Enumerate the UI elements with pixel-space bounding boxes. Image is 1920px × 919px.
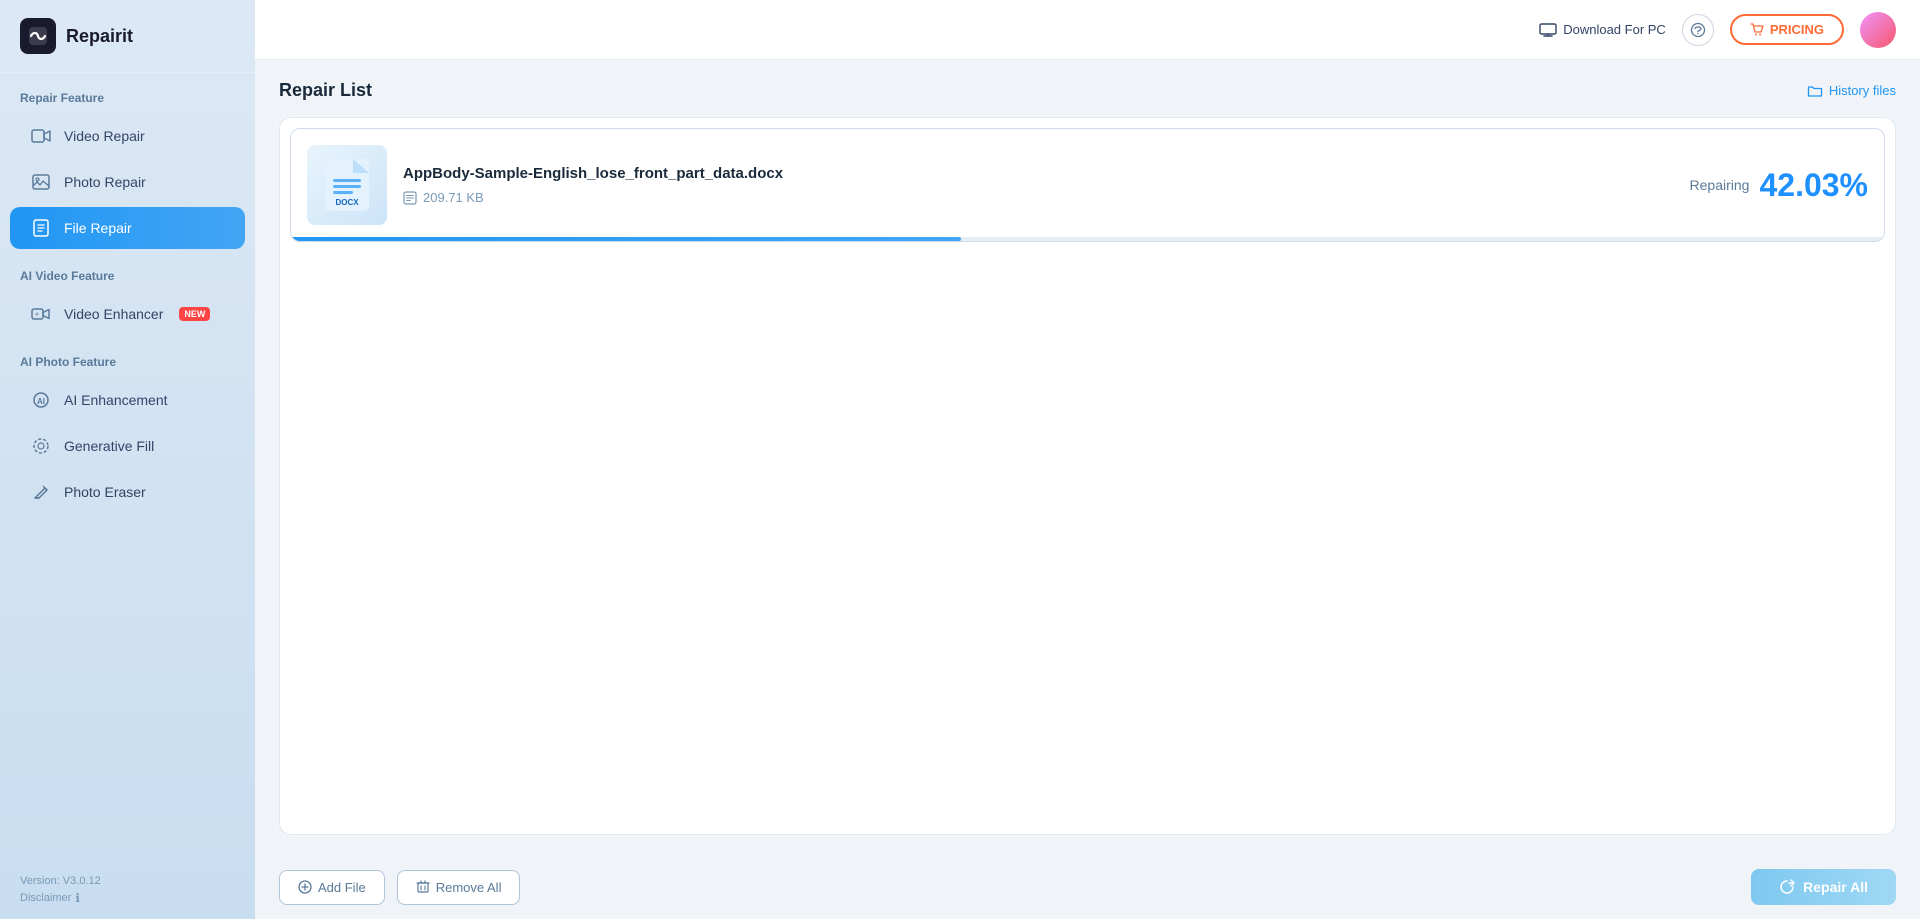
generative-fill-icon: [30, 435, 52, 457]
sidebar-item-video-enhancer[interactable]: Video Enhancer NEW: [10, 293, 245, 335]
add-icon: [298, 880, 312, 894]
content-header: Repair List History files: [279, 80, 1896, 101]
main-panel: Download For PC PRICING Repair List: [255, 0, 1920, 919]
section-ai-photo-label: AI Photo Feature: [0, 337, 255, 377]
user-avatar[interactable]: [1860, 12, 1896, 48]
video-enhancer-label: Video Enhancer: [64, 306, 163, 322]
cart-icon: [1750, 23, 1764, 37]
repairing-percent: 42.03%: [1759, 167, 1868, 204]
photo-repair-label: Photo Repair: [64, 174, 146, 190]
ai-enhancement-icon: AI: [30, 389, 52, 411]
video-repair-icon: [30, 125, 52, 147]
file-list-area: DOCX AppBody-Sample-English_lose_front_p…: [279, 117, 1896, 835]
add-file-button[interactable]: Add File: [279, 870, 385, 905]
svg-text:AI: AI: [37, 397, 45, 406]
file-size: 209.71 KB: [423, 190, 484, 205]
photo-eraser-icon: [30, 481, 52, 503]
header: Download For PC PRICING: [255, 0, 1920, 60]
repairing-label: Repairing: [1690, 177, 1750, 193]
sidebar-footer: Version: V3.0.12 Disclaimer ℹ: [0, 861, 255, 919]
sidebar-item-file-repair[interactable]: File Repair: [10, 207, 245, 249]
photo-repair-icon: [30, 171, 52, 193]
repair-all-label: Repair All: [1803, 879, 1868, 895]
download-for-pc[interactable]: Download For PC: [1539, 22, 1666, 37]
add-file-label: Add File: [318, 880, 366, 895]
file-repair-label: File Repair: [64, 220, 132, 236]
file-card: DOCX AppBody-Sample-English_lose_front_p…: [290, 128, 1885, 242]
section-repair-label: Repair Feature: [0, 73, 255, 113]
repair-icon: [1779, 879, 1795, 895]
progress-bar: [291, 237, 961, 241]
section-ai-video-label: AI Video Feature: [0, 251, 255, 291]
remove-all-button[interactable]: Remove All: [397, 870, 521, 905]
headset-icon: [1690, 22, 1706, 38]
logo-icon: [20, 18, 56, 54]
sidebar-item-ai-enhancement[interactable]: AI AI Enhancement: [10, 379, 245, 421]
file-repair-icon: [30, 217, 52, 239]
sidebar-item-video-repair[interactable]: Video Repair: [10, 115, 245, 157]
generative-fill-label: Generative Fill: [64, 438, 154, 454]
history-files-link[interactable]: History files: [1807, 83, 1896, 99]
ai-enhancement-label: AI Enhancement: [64, 392, 168, 408]
progress-bar-container: [291, 237, 1884, 241]
svg-text:DOCX: DOCX: [335, 198, 359, 207]
sidebar-item-photo-repair[interactable]: Photo Repair: [10, 161, 245, 203]
photo-eraser-label: Photo Eraser: [64, 484, 146, 500]
app-logo: Repairit: [0, 0, 255, 73]
history-files-label: History files: [1829, 83, 1896, 98]
file-size-row: 209.71 KB: [403, 190, 1690, 205]
repair-list-title: Repair List: [279, 80, 372, 101]
pricing-button[interactable]: PRICING: [1730, 14, 1844, 45]
folder-icon: [1807, 83, 1823, 99]
version-label: Version: V3.0.12: [20, 875, 235, 887]
file-name: AppBody-Sample-English_lose_front_part_d…: [403, 165, 1690, 182]
download-label: Download For PC: [1563, 22, 1666, 37]
app-name: Repairit: [66, 26, 133, 47]
disclaimer-text: Disclaimer: [20, 892, 71, 904]
video-repair-label: Video Repair: [64, 128, 145, 144]
info-icon: ℹ: [75, 891, 80, 905]
trash-icon: [416, 880, 430, 894]
sidebar-item-photo-eraser[interactable]: Photo Eraser: [10, 471, 245, 513]
monitor-icon: [1539, 23, 1557, 37]
file-size-icon: [403, 191, 417, 205]
repair-all-button[interactable]: Repair All: [1751, 869, 1896, 905]
disclaimer-link[interactable]: Disclaimer ℹ: [20, 891, 235, 905]
file-thumbnail: DOCX: [307, 145, 387, 225]
help-button[interactable]: [1682, 14, 1714, 46]
bottom-bar: Add File Remove All Repair All: [255, 855, 1920, 919]
file-info: AppBody-Sample-English_lose_front_part_d…: [403, 165, 1690, 205]
sidebar-item-generative-fill[interactable]: Generative Fill: [10, 425, 245, 467]
new-badge: NEW: [179, 307, 210, 321]
pricing-label: PRICING: [1770, 22, 1824, 37]
file-status: Repairing 42.03%: [1690, 167, 1868, 204]
remove-all-label: Remove All: [436, 880, 502, 895]
video-enhancer-icon: [30, 303, 52, 325]
sidebar: Repairit Repair Feature Video Repair Pho…: [0, 0, 255, 919]
docx-file-icon: DOCX: [325, 159, 369, 211]
content-area: Repair List History files: [255, 60, 1920, 855]
